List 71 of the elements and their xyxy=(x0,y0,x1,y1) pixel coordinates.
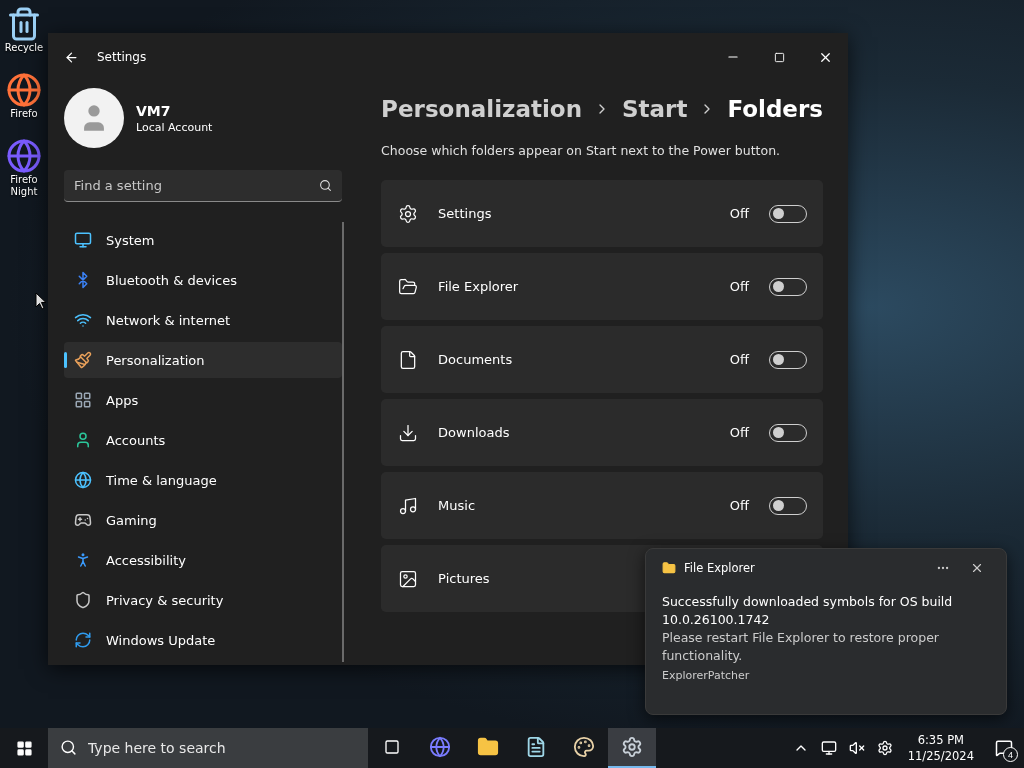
privacy-icon xyxy=(74,591,92,609)
nav-item[interactable]: Bluetooth & devices xyxy=(64,262,342,298)
folder-label: Documents xyxy=(438,352,514,367)
toggle-state-label: Off xyxy=(729,498,749,513)
mouse-pointer-icon xyxy=(35,292,47,310)
taskbar-app-button[interactable] xyxy=(608,728,656,768)
page-description: Choose which folders appear on Start next to the Power button. xyxy=(381,143,782,158)
picture-icon xyxy=(398,568,419,589)
windows-logo-icon xyxy=(15,739,33,757)
folder-label: File Explorer xyxy=(438,279,520,294)
folder-label: Pictures xyxy=(438,571,491,586)
toggle-state-label: Off xyxy=(729,425,749,440)
taskbar-search-field[interactable]: Type here to search xyxy=(48,728,368,768)
apps-icon xyxy=(74,391,92,409)
folder-icon xyxy=(398,276,419,297)
window-title: Settings xyxy=(97,50,147,64)
nav-item[interactable]: Accounts xyxy=(64,422,342,458)
folder-label: Settings xyxy=(438,206,493,221)
nav-item[interactable]: Network & internet xyxy=(64,302,342,338)
folder-icon xyxy=(477,736,499,758)
browser-icon xyxy=(6,138,42,174)
nav-item[interactable]: Personalization xyxy=(64,342,342,378)
toast-source: ExplorerPatcher xyxy=(662,669,751,682)
music-note-icon xyxy=(398,495,419,516)
notepad-icon xyxy=(525,736,547,758)
gear-icon xyxy=(398,203,419,224)
close-icon xyxy=(970,561,984,575)
toggle-state-label: Off xyxy=(729,206,749,221)
nav-item[interactable]: Gaming xyxy=(64,502,342,538)
folder-label: Downloads xyxy=(438,425,511,440)
breadcrumb-item[interactable]: Personalization xyxy=(381,96,582,122)
folder-label: Music xyxy=(438,498,477,513)
notification-count-badge: 4 xyxy=(1003,747,1018,762)
nav-item[interactable]: Apps xyxy=(64,382,342,418)
search-field[interactable]: Find a setting xyxy=(64,170,342,202)
folder-icon xyxy=(662,561,676,575)
toggle-state-label: Off xyxy=(729,279,749,294)
toggle-state-label: Off xyxy=(729,352,749,367)
account-type: Local Account xyxy=(136,120,213,134)
task-view-icon xyxy=(384,739,400,755)
gear-icon xyxy=(621,736,643,758)
gaming-icon xyxy=(74,511,92,529)
toast-title: Successfully downloaded symbols for OS build 10.0.26100.1742 xyxy=(662,593,954,629)
system-icon xyxy=(74,231,92,249)
browser-icon xyxy=(6,72,42,108)
browser-icon xyxy=(429,736,451,758)
breadcrumb-item[interactable]: Start xyxy=(622,96,688,122)
clock[interactable]: 6:35 PM 11/25/2024 xyxy=(899,732,982,764)
download-icon xyxy=(398,422,419,443)
desktop-icon-label[interactable]: Recycle xyxy=(1,42,47,54)
nav-item[interactable]: System xyxy=(64,222,342,258)
desktop-icon-label[interactable]: Firefo xyxy=(1,108,47,120)
nav-item[interactable]: Windows Update xyxy=(64,622,342,658)
avatar xyxy=(64,88,124,148)
maximize-icon xyxy=(773,51,785,63)
palette-icon xyxy=(573,736,595,758)
accounts-icon xyxy=(74,431,92,449)
update-icon xyxy=(74,631,92,649)
breadcrumb-item: Folders xyxy=(727,96,823,122)
notification-icon xyxy=(995,739,1013,757)
notification-center-button[interactable]: 4 xyxy=(984,728,1024,768)
toast-app-name: File Explorer xyxy=(684,561,756,575)
account-name: VM7 xyxy=(136,102,172,119)
nav-item[interactable]: Accessibility xyxy=(64,542,342,578)
brush-icon xyxy=(74,351,92,369)
toast-message: Please restart File Explorer to restore proper functionality. xyxy=(662,629,940,665)
nav-item[interactable]: Time & language xyxy=(64,462,342,498)
desktop-icon-label[interactable]: Firefo Night xyxy=(1,174,47,198)
recycle-bin-icon xyxy=(6,6,42,42)
search-icon xyxy=(319,179,332,192)
nav-item[interactable]: Privacy & security xyxy=(64,582,342,618)
